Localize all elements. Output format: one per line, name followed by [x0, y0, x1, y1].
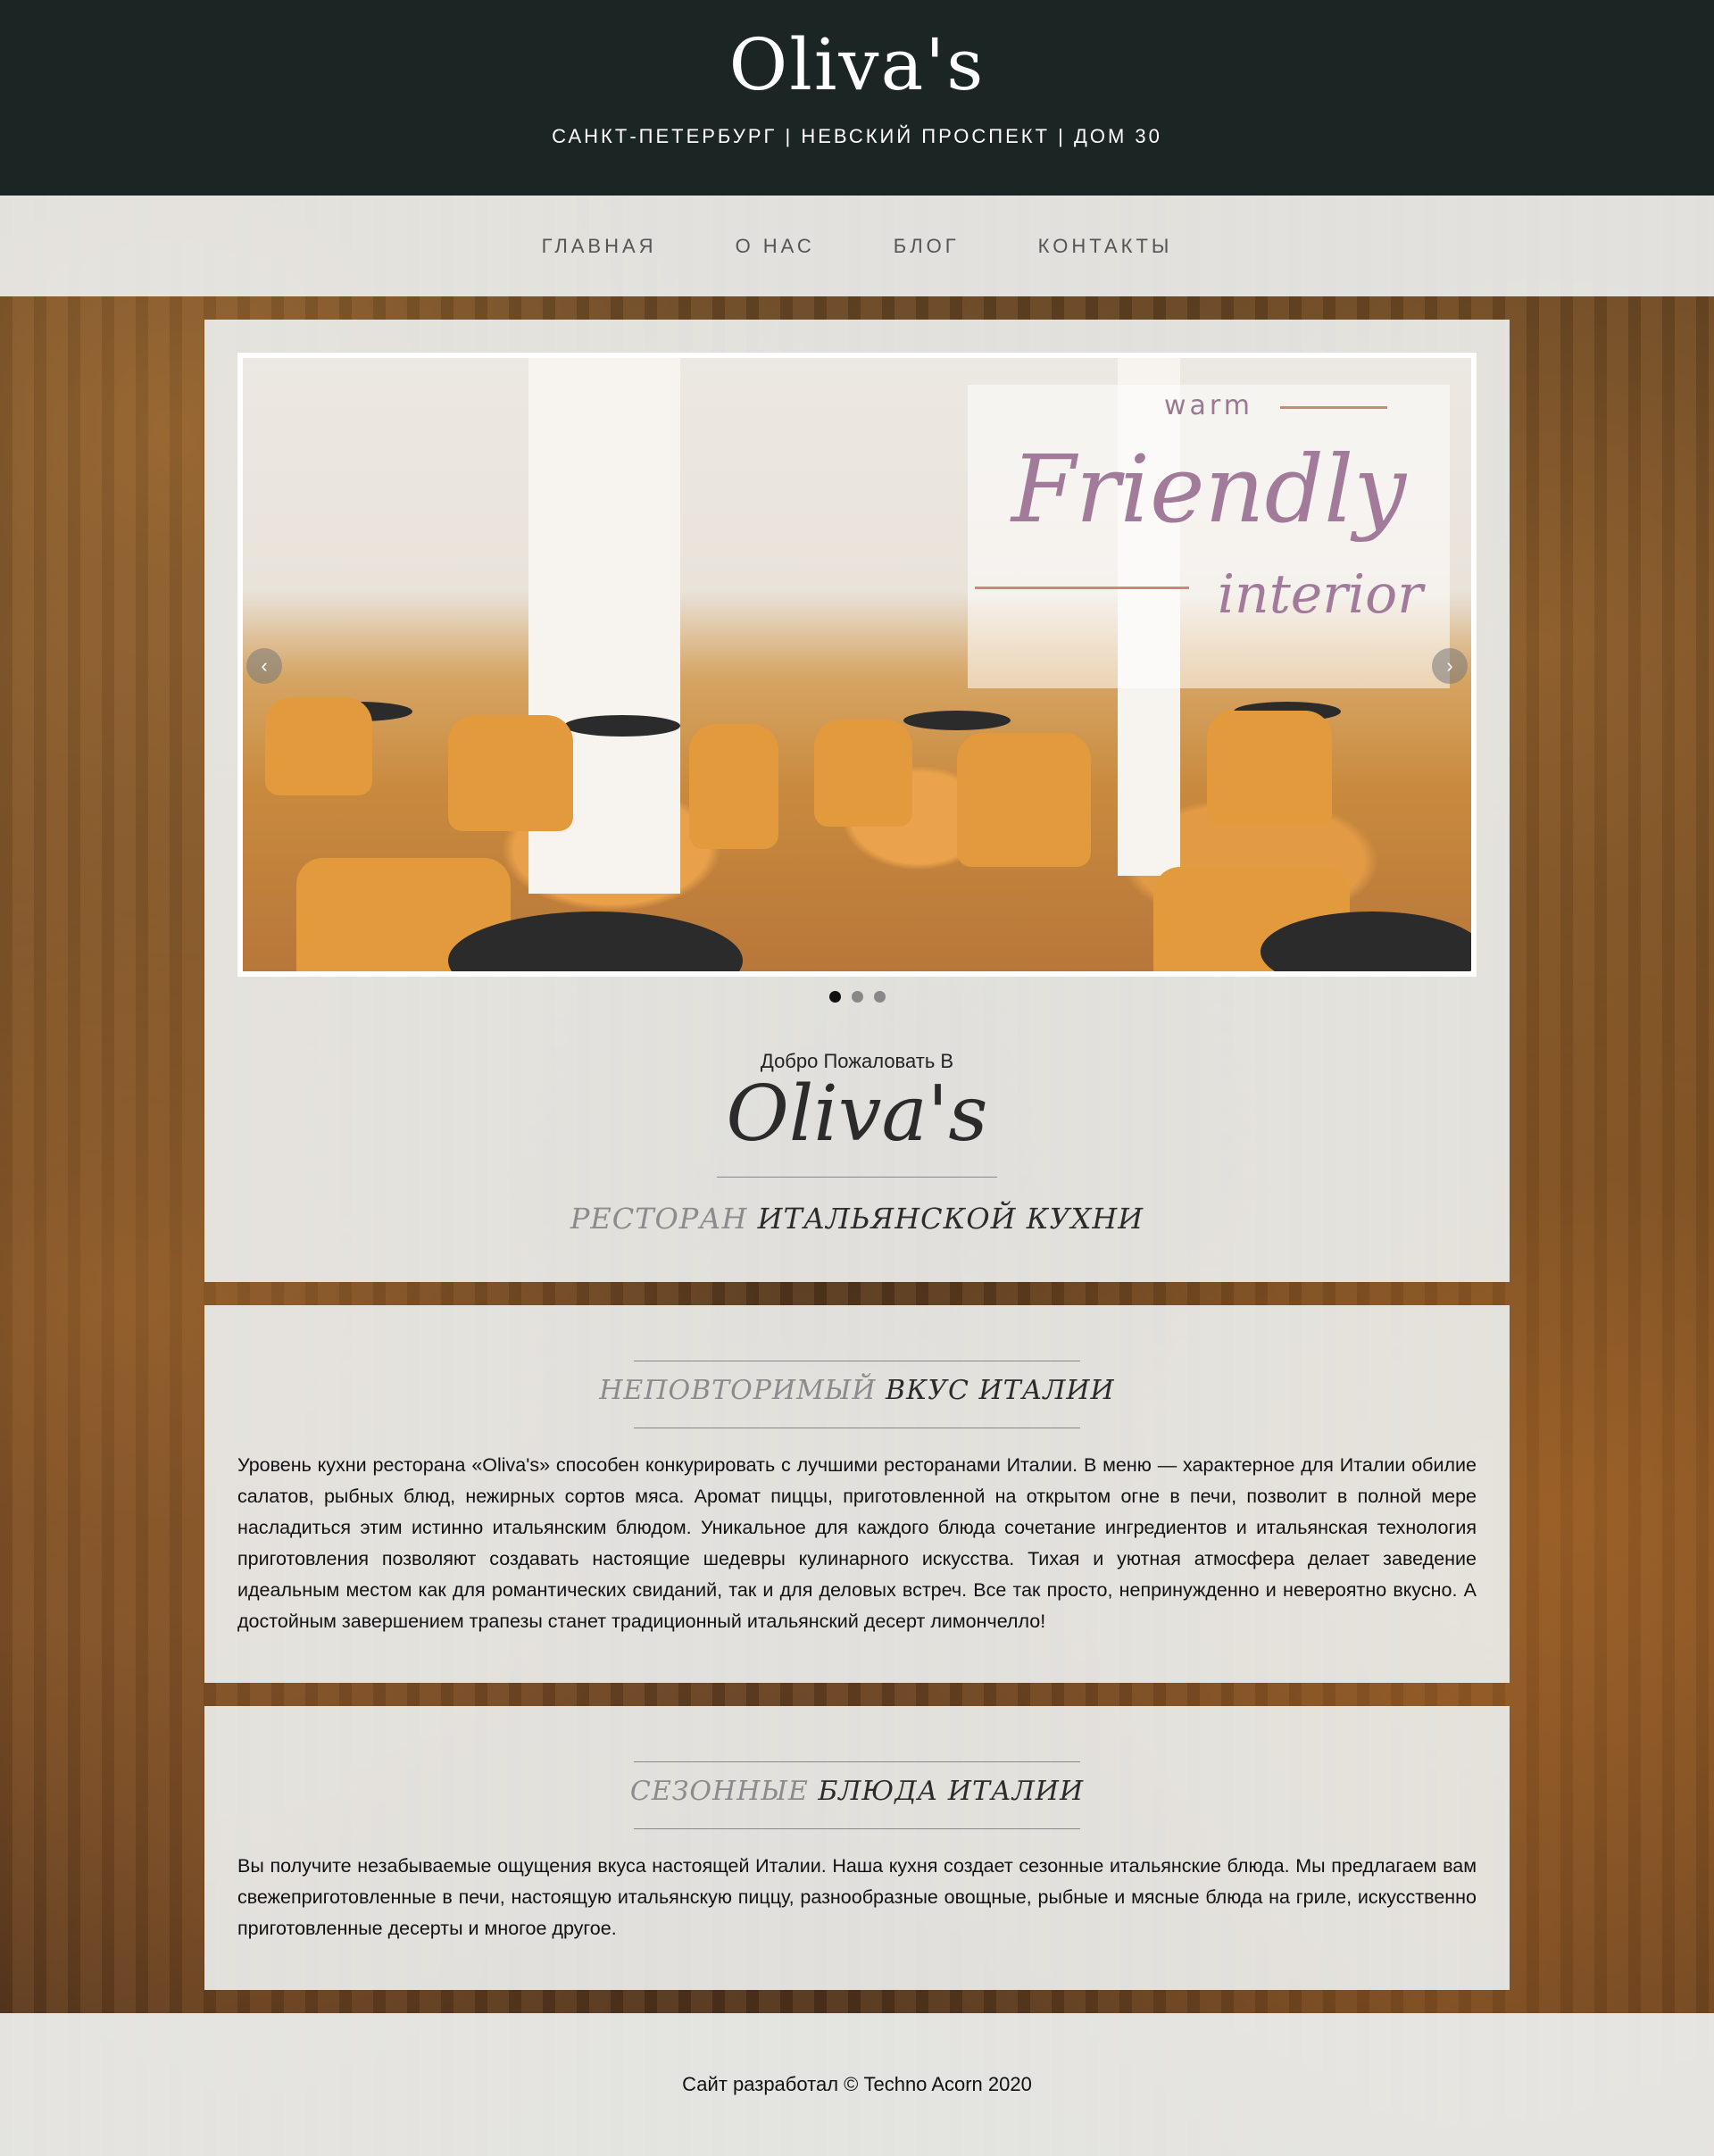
- chevron-right-icon: ›: [1446, 654, 1453, 677]
- welcome-subtitle-dark: ИТАЛЬЯНСКОЙ КУХНИ: [757, 1202, 1144, 1236]
- slide-chair: [1207, 711, 1332, 827]
- chevron-left-icon: ‹: [261, 654, 268, 677]
- slider-dot-2[interactable]: [851, 991, 863, 1003]
- slider-dot-3[interactable]: [873, 991, 886, 1003]
- section-text: Уровень кухни ресторана «Oliva's» способ…: [237, 1454, 1477, 1632]
- site-address: САНКТ-ПЕТЕРБУРГ | НЕВСКИЙ ПРОСПЕКТ | ДОМ…: [552, 125, 1162, 147]
- section-title-dark: БЛЮДА ИТАЛИИ: [818, 1776, 1085, 1807]
- welcome-subtitle-light: РЕСТОРАН: [570, 1202, 748, 1236]
- nav-item-blog[interactable]: БЛОГ: [894, 235, 960, 258]
- divider: [717, 1177, 997, 1178]
- welcome-panel: warm Friendly interior ‹ › Добро Пожалов…: [204, 320, 1510, 1282]
- section-title-dark: ВКУС ИТАЛИИ: [886, 1375, 1115, 1406]
- slider-dot-1[interactable]: [828, 991, 841, 1003]
- section-text: Вы получите незабываемые ощущения вкуса …: [237, 1855, 1477, 1939]
- slide-chair: [448, 715, 573, 831]
- site-footer: Сайт разработал © Techno Acorn 2020: [0, 2013, 1714, 2156]
- site-brand[interactable]: Oliva's: [0, 23, 1714, 106]
- slide-caption: warm Friendly interior: [968, 385, 1450, 688]
- slide-caption-tail: interior: [1217, 563, 1423, 626]
- main-nav: ГЛАВНАЯ О НАС БЛОГ КОНТАКТЫ: [0, 196, 1714, 296]
- welcome-name: Oliva's: [726, 1070, 988, 1159]
- slide-table: [903, 711, 1011, 730]
- site-header: Oliva's САНКТ-ПЕТЕРБУРГ | НЕВСКИЙ ПРОСПЕ…: [0, 0, 1714, 196]
- slide-table: [564, 715, 680, 737]
- slider-next-button[interactable]: ›: [1432, 648, 1468, 684]
- nav-item-home[interactable]: ГЛАВНАЯ: [542, 235, 657, 258]
- slide-chair: [265, 697, 372, 795]
- slide-chair: [689, 724, 778, 849]
- slide-chair: [957, 733, 1091, 867]
- nav-item-contacts[interactable]: КОНТАКТЫ: [1038, 235, 1173, 258]
- welcome-subtitle: РЕСТОРАН ИТАЛЬЯНСКОЙ КУХНИ: [204, 1202, 1510, 1236]
- slide-chair: [814, 720, 912, 827]
- nav-item-about[interactable]: О НАС: [736, 235, 815, 258]
- slider-prev-button[interactable]: ‹: [246, 648, 282, 684]
- arrow-decoration-icon: [1280, 406, 1387, 409]
- footer-credit: Сайт разработал © Techno Acorn 2020: [682, 2073, 1032, 2095]
- image-slider[interactable]: warm Friendly interior ‹ ›: [237, 353, 1477, 977]
- slide-caption-big: Friendly: [1011, 435, 1407, 544]
- seasonal-section: СЕЗОННЫЕ БЛЮДА ИТАЛИИ Вы получите незабы…: [204, 1706, 1510, 1990]
- arrow-decoration-icon: [975, 587, 1189, 589]
- slider-dots: [204, 991, 1510, 1003]
- divider: [634, 1761, 1080, 1762]
- section-title-light: СЕЗОННЫЕ: [629, 1776, 809, 1807]
- slide-image: warm Friendly interior: [243, 358, 1471, 971]
- taste-section: НЕПОВТОРИМЫЙ ВКУС ИТАЛИИ Уровень кухни р…: [204, 1305, 1510, 1683]
- section-title: СЕЗОННЫЕ БЛЮДА ИТАЛИИ: [204, 1776, 1510, 1807]
- section-title: НЕПОВТОРИМЫЙ ВКУС ИТАЛИИ: [204, 1375, 1510, 1406]
- section-title-light: НЕПОВТОРИМЫЙ: [599, 1375, 877, 1406]
- divider: [634, 1828, 1080, 1829]
